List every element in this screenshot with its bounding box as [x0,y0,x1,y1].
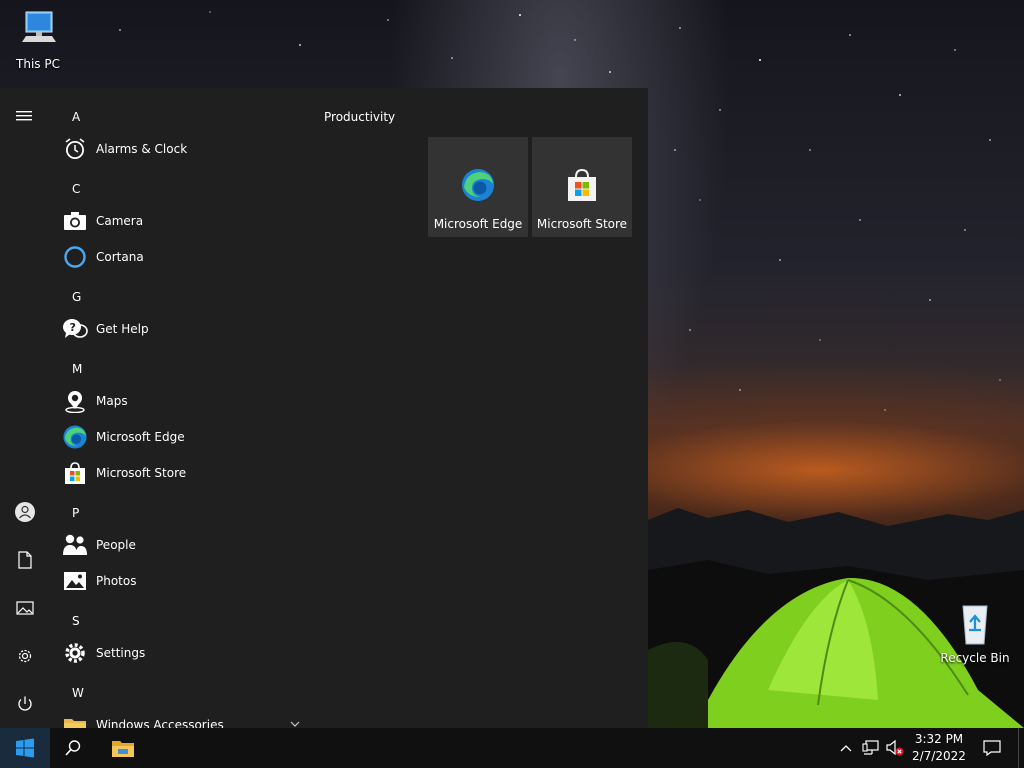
edge-icon [462,169,494,201]
app-get-help[interactable]: ? Get Help [62,313,302,345]
app-people[interactable]: People [62,529,302,561]
app-list: A Alarms & Clock C Camera Cortana G ? Ge [58,88,308,728]
app-microsoft-edge[interactable]: Microsoft Edge [62,421,302,453]
camera-icon [62,208,88,234]
search-button[interactable] [50,728,96,768]
clock-date: 2/7/2022 [912,749,966,763]
app-settings[interactable]: Settings [62,637,302,669]
maps-icon [62,388,88,414]
show-hidden-icons-button[interactable] [836,728,856,768]
app-windows-accessories[interactable]: Windows Accessories [62,709,302,728]
user-account-icon [15,502,35,522]
desktop-icon-recycle-bin[interactable]: Recycle Bin [937,600,1013,665]
app-label: Microsoft Store [96,466,187,480]
this-pc-label: This PC [16,57,60,71]
tile-label: Microsoft Store [536,217,628,231]
cortana-icon [62,244,88,270]
letter-header-w[interactable]: W [72,686,84,700]
search-icon [65,740,81,756]
action-center-icon [983,740,1001,756]
letter-header-c[interactable]: C [72,182,80,196]
app-maps[interactable]: Maps [62,385,302,417]
get-help-icon: ? [62,316,88,342]
power-icon [18,696,32,711]
store-icon [568,168,596,201]
app-microsoft-store[interactable]: Microsoft Store [62,457,302,489]
alarm-clock-icon [62,136,88,162]
letter-header-m[interactable]: M [72,362,82,376]
app-label: Camera [96,214,144,228]
hamburger-menu-icon [16,111,32,121]
app-alarms-clock[interactable]: Alarms & Clock [62,133,302,165]
app-label: Windows Accessories [96,718,224,728]
file-explorer-button[interactable] [100,728,146,768]
tile-group-title[interactable]: Productivity [324,110,395,124]
show-desktop-button[interactable] [1018,728,1024,768]
app-label: Alarms & Clock [96,142,188,156]
settings-button[interactable] [0,636,50,676]
letter-header-a[interactable]: A [72,110,80,124]
app-camera[interactable]: Camera [62,205,302,237]
app-label: Settings [96,646,146,660]
app-label: Photos [96,574,137,588]
volume-button[interactable] [884,728,906,768]
taskbar-clock[interactable]: 3:32 PM 2/7/2022 [906,731,972,765]
settings-icon [62,640,88,666]
people-icon [62,532,88,558]
start-rail [0,88,50,728]
letter-header-p[interactable]: P [72,506,79,520]
start-menu: A Alarms & Clock C Camera Cortana G ? Ge [0,88,648,728]
pictures-icon [16,601,34,615]
documents-icon [18,551,32,569]
tile-microsoft-store[interactable]: Microsoft Store [532,137,632,237]
app-label: People [96,538,136,552]
app-photos[interactable]: Photos [62,565,302,597]
edge-icon [62,424,88,450]
tile-label: Microsoft Edge [433,217,523,231]
app-cortana[interactable]: Cortana [62,241,302,273]
app-label: Maps [96,394,128,408]
tile-microsoft-edge[interactable]: Microsoft Edge [428,137,528,237]
settings-icon [18,649,32,663]
network-button[interactable] [859,728,883,768]
app-label: Get Help [96,322,149,336]
svg-text:?: ? [70,321,76,334]
action-center-button[interactable] [978,728,1006,768]
letter-header-s[interactable]: S [72,614,80,628]
power-button[interactable] [0,684,50,724]
letter-header-g[interactable]: G [72,290,81,304]
clock-time: 3:32 PM [914,732,964,746]
windows-start-icon [16,738,34,758]
recycle-bin-label: Recycle Bin [940,651,1010,665]
user-account-button[interactable] [0,492,50,532]
file-explorer-icon [112,741,134,757]
taskbar: 3:32 PM 2/7/2022 [0,728,1024,768]
documents-button[interactable] [0,540,50,580]
recycle-bin-icon [962,605,988,645]
app-label: Cortana [96,250,144,264]
desktop-icon-this-pc[interactable]: This PC [0,8,76,71]
network-icon [862,740,879,755]
app-label: Microsoft Edge [96,430,185,444]
volume-muted-icon [886,739,904,756]
chevron-up-icon [840,745,852,752]
pictures-button[interactable] [0,588,50,628]
store-icon [62,460,88,486]
this-pc-icon [22,11,56,42]
hamburger-menu-button[interactable] [0,96,50,136]
photos-icon [62,568,88,594]
start-button[interactable] [0,728,50,768]
folder-icon [62,712,88,728]
chevron-down-icon[interactable] [290,721,300,727]
